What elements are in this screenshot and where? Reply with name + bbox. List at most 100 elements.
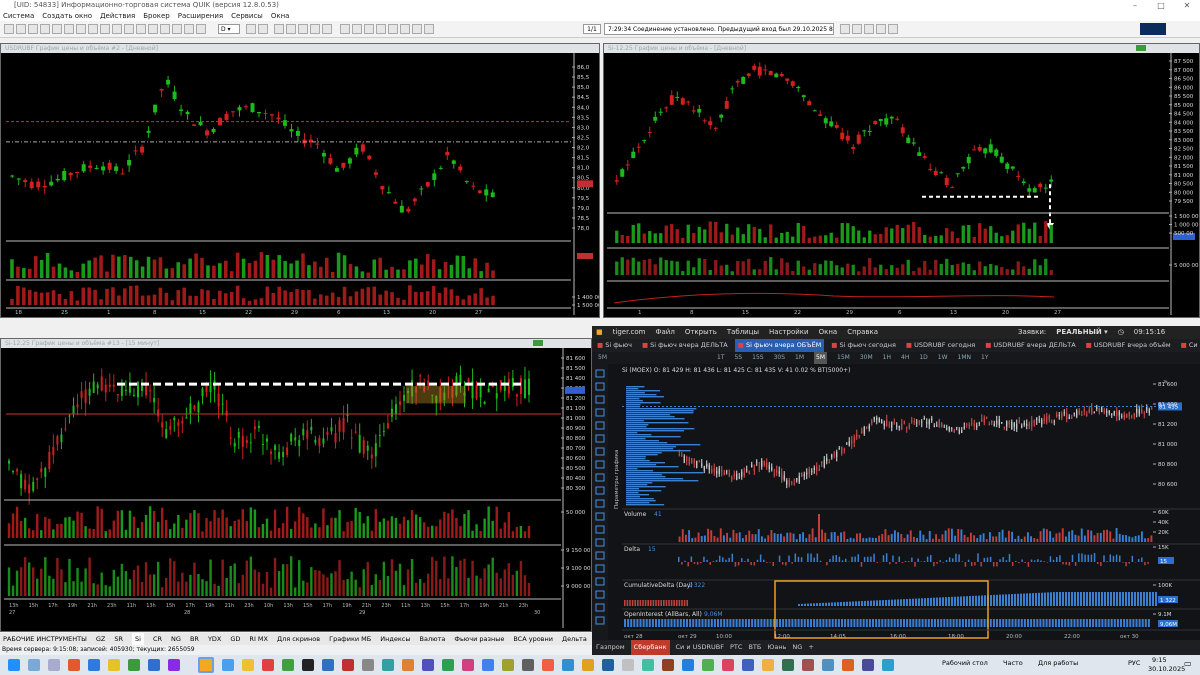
minimize-icon[interactable]: – xyxy=(1122,0,1148,11)
interval-select[interactable]: D ▾ xyxy=(218,24,240,34)
tiger-workspace-tab[interactable]: NG xyxy=(792,640,802,655)
app-icon[interactable] xyxy=(822,659,834,671)
tiger-chart-tab[interactable]: ■ Si фьюч сегодня xyxy=(828,339,899,352)
app-icon[interactable] xyxy=(482,659,494,671)
tiger-workspace-tab[interactable]: ВТБ xyxy=(748,640,761,655)
app-icon[interactable] xyxy=(148,659,160,671)
toolbar-button[interactable] xyxy=(76,24,86,34)
toolbar-button[interactable] xyxy=(184,24,194,34)
price-chart[interactable]: 86,085,585,084,584,083,583,082,582,081,5… xyxy=(1,53,600,318)
menu-item[interactable]: Создать окно xyxy=(42,11,92,21)
desktop-toolbar[interactable]: Рабочий стол xyxy=(942,659,988,667)
toolbar-button[interactable] xyxy=(840,24,850,34)
chart-panel-si-daily[interactable]: Si-12.25 График цены и объёма - [Дневной… xyxy=(603,43,1200,318)
app-icon[interactable] xyxy=(782,659,794,671)
app-icon[interactable] xyxy=(862,659,874,671)
tiger-chart-tab[interactable]: ■ USDRUBF вчера объём xyxy=(1083,339,1174,352)
chart-panel-usdrubf-daily[interactable]: USDRUBF График цены и объёма #2 - [Дневн… xyxy=(0,43,600,318)
workspace-tab[interactable]: Индексы xyxy=(380,633,410,645)
toolbar-button[interactable] xyxy=(424,24,434,34)
toolbar-button[interactable] xyxy=(112,24,122,34)
app-icon[interactable] xyxy=(842,659,854,671)
app-icon[interactable] xyxy=(108,659,120,671)
menu-item[interactable]: Брокер xyxy=(143,11,170,21)
app-icon[interactable] xyxy=(502,659,514,671)
timeframe-button[interactable]: 15M xyxy=(837,352,850,364)
timeframe-button[interactable]: 1H xyxy=(883,352,891,364)
orders-label[interactable]: Заявки: xyxy=(1018,326,1046,339)
app-icon[interactable] xyxy=(422,659,434,671)
menu-item[interactable]: Расширения xyxy=(178,11,223,21)
tiger-chart-tab[interactable]: ■ Si фьюч вчера ОБЪЁМ xyxy=(734,339,825,352)
app-icon[interactable] xyxy=(48,659,60,671)
workspace-tab[interactable]: NG xyxy=(171,633,181,645)
tiger-chart-tab[interactable]: ■ Si фьюч вчера ДЕЛЬТА xyxy=(639,339,731,352)
toolbar-button[interactable] xyxy=(4,24,14,34)
toolbar-button[interactable] xyxy=(196,24,206,34)
app-icon[interactable] xyxy=(762,659,774,671)
toolbar-button[interactable] xyxy=(160,24,170,34)
toolbar-button[interactable] xyxy=(852,24,862,34)
toolbar-button[interactable] xyxy=(88,24,98,34)
app-icon[interactable] xyxy=(662,659,674,671)
timeframe-button[interactable]: 30M xyxy=(860,352,873,364)
workspace-tab[interactable]: GD xyxy=(230,633,240,645)
tiger-menu-item[interactable]: Настройки xyxy=(769,326,809,339)
maximize-icon[interactable]: □ xyxy=(1148,0,1174,11)
toolbar-button[interactable] xyxy=(364,24,374,34)
app-icon[interactable] xyxy=(542,659,554,671)
tiger-workspace-tab[interactable]: Сбербанк xyxy=(630,640,670,655)
panel-link-icon[interactable] xyxy=(533,340,543,346)
app-icon[interactable] xyxy=(642,659,654,671)
chart-panel-si-15min[interactable]: Si-12.25 График цены и объёма #13 - [15 … xyxy=(0,338,592,632)
toolbar-button[interactable] xyxy=(40,24,50,34)
price-chart[interactable]: 81 60081 50081 40081 30081 20081 10081 0… xyxy=(1,348,592,632)
app-icon[interactable] xyxy=(342,659,354,671)
work-toolbar[interactable]: Для работы xyxy=(1038,659,1078,667)
toolbar-button[interactable] xyxy=(274,24,284,34)
app-icon[interactable] xyxy=(882,659,894,671)
app-icon[interactable] xyxy=(382,659,394,671)
workspace-tab[interactable]: SR xyxy=(114,633,123,645)
tiger-menu-item[interactable]: Таблицы xyxy=(727,326,759,339)
app-icon[interactable] xyxy=(442,659,454,671)
workspace-tab[interactable]: Графики МБ xyxy=(329,633,371,645)
app-icon[interactable] xyxy=(562,659,574,671)
menu-item[interactable]: Окна xyxy=(271,11,290,21)
app-icon[interactable] xyxy=(622,659,634,671)
workspace-tab[interactable]: Si xyxy=(132,633,144,645)
toolbar-button[interactable] xyxy=(52,24,62,34)
timeframe-button[interactable]: 1Y xyxy=(981,352,988,364)
tiger-chart-tab[interactable]: ■ USDRUBF сегодня xyxy=(903,339,978,352)
timeframe-button[interactable]: 1MN xyxy=(958,352,971,364)
toolbar-button[interactable] xyxy=(100,24,110,34)
timeframe-button[interactable]: 5M xyxy=(814,352,828,364)
notification-icon[interactable]: ▭ xyxy=(1184,659,1192,668)
workspace-tab[interactable]: GZ xyxy=(96,633,106,645)
toolbar-button[interactable] xyxy=(246,24,256,34)
price-chart[interactable]: 87 50087 00086 50086 00085 50085 00084 5… xyxy=(604,53,1200,318)
toolbar-button[interactable] xyxy=(16,24,26,34)
tiger-chart[interactable]: Si (MOEX) O: 81 429 H: 81 436 L: 81 425 … xyxy=(608,364,1200,640)
app-icon[interactable] xyxy=(242,659,254,671)
timeframe-button[interactable]: 5S xyxy=(734,352,742,364)
tiger-workspace-tab[interactable]: Газпром xyxy=(596,640,625,655)
app-icon[interactable] xyxy=(402,659,414,671)
search-icon[interactable] xyxy=(28,659,40,671)
tiger-chart-tab[interactable]: ■ Si фьюч xyxy=(594,339,635,352)
frequent-toolbar[interactable]: Часто xyxy=(1003,659,1023,667)
app-icon[interactable] xyxy=(802,659,814,671)
workspace-tab[interactable]: YDX xyxy=(208,633,221,645)
panel-link-icon[interactable] xyxy=(1136,45,1146,51)
workspace-tab[interactable]: BR xyxy=(190,633,199,645)
toolbar-button[interactable] xyxy=(352,24,362,34)
app-icon[interactable] xyxy=(522,659,534,671)
timeframe-button[interactable]: 5M xyxy=(598,352,607,364)
workspace-tab[interactable]: BCA уровни xyxy=(513,633,553,645)
app-icon[interactable] xyxy=(68,659,80,671)
workspace-tab[interactable]: Дельта xyxy=(562,633,587,645)
workspace-tab[interactable]: Фьючи разные xyxy=(454,633,504,645)
timeframe-button[interactable]: 1T xyxy=(717,352,724,364)
account-selector[interactable]: РЕАЛЬНЫЙ ▾ xyxy=(1056,326,1107,339)
workspace-tab[interactable]: RI MX xyxy=(249,633,268,645)
